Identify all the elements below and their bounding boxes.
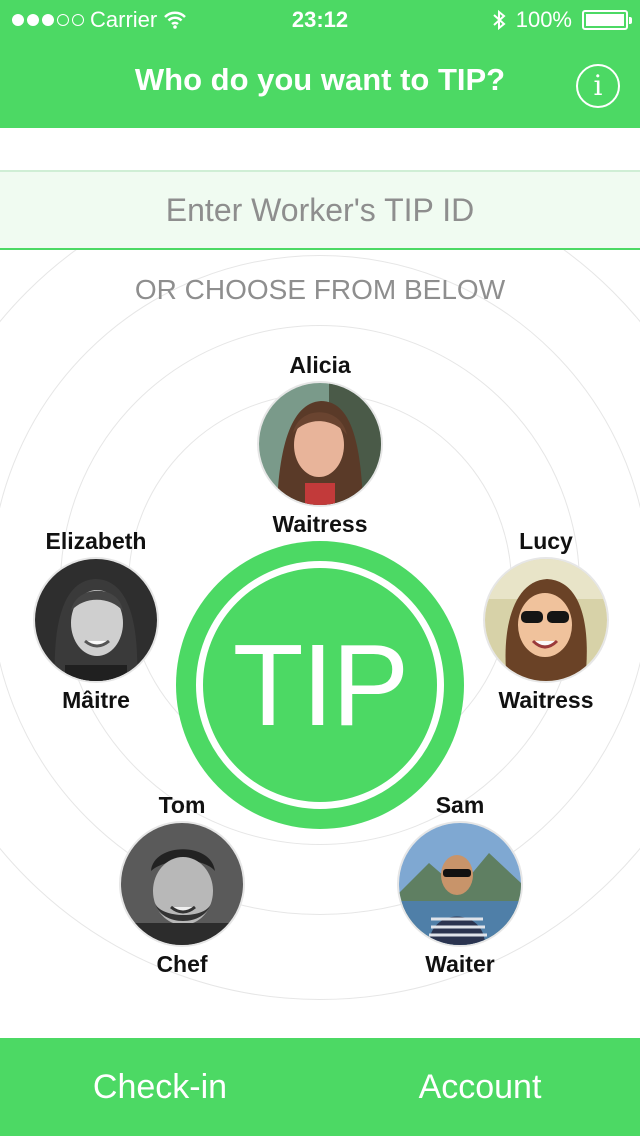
battery-icon (582, 10, 632, 30)
worker-name: Alicia (289, 352, 351, 378)
worker-role: Mâitre (62, 687, 130, 713)
worker-role: Waitress (272, 511, 368, 537)
tab-check-in[interactable]: Check-in (0, 1038, 320, 1136)
navigation-bar: Carrier 23:12 100% Who do you want to TI… (0, 0, 640, 128)
worker-sam[interactable]: Sam Waiter (370, 792, 550, 978)
avatar (121, 823, 243, 945)
worker-role: Chef (156, 951, 208, 977)
worker-elizabeth[interactable]: Elizabeth Mâitre (6, 528, 186, 714)
battery-fill (586, 14, 624, 26)
worker-lucy[interactable]: Lucy Waitress (456, 528, 636, 714)
avatar (399, 823, 521, 945)
worker-role: Waiter (425, 951, 495, 977)
avatar (259, 383, 381, 505)
worker-name: Lucy (519, 528, 573, 554)
tip-button-label: TIP (196, 561, 444, 809)
status-bar: Carrier 23:12 100% (0, 0, 640, 40)
avatar (35, 559, 157, 681)
worker-alicia[interactable]: Alicia Waitress (230, 352, 410, 538)
choose-label: OR CHOOSE FROM BELOW (134, 274, 506, 305)
tip-id-input[interactable] (40, 180, 600, 240)
tab-account[interactable]: Account (320, 1038, 640, 1136)
tab-bar: Check-in Account (0, 1038, 640, 1136)
battery-percent: 100% (515, 7, 572, 32)
tip-button[interactable]: TIP (176, 541, 464, 829)
page-title: Who do you want to TIP? (134, 62, 506, 97)
tip-id-field-container (0, 170, 640, 250)
worker-tom[interactable]: Tom Chef (92, 792, 272, 978)
bluetooth-icon (493, 9, 506, 31)
status-right: 100% (492, 7, 632, 33)
worker-role: Waitress (498, 687, 594, 713)
avatar (485, 559, 607, 681)
worker-name: Elizabeth (45, 528, 147, 554)
info-icon[interactable]: i (576, 64, 620, 108)
